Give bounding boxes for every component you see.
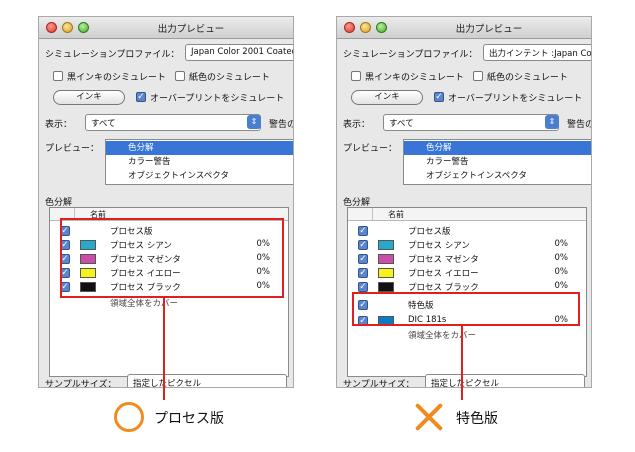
sample-size-label: サンプルサイズ： [343, 380, 415, 388]
simulate-overprint-checkbox[interactable]: ✓ [136, 92, 146, 102]
row-coverage: 0% [554, 267, 569, 277]
simulate-black-ink-label: 黒インキのシミュレート [365, 73, 464, 83]
warning-label: 警告の [567, 120, 592, 130]
highlight-spot-plates [352, 292, 580, 326]
row-name: プロセス マゼンタ [408, 255, 479, 265]
preview-item-color-warnings[interactable]: カラー警告 [106, 155, 293, 169]
ink-button[interactable]: インキ [351, 90, 423, 105]
row-coverage: 0% [554, 239, 569, 249]
minimize-button[interactable] [62, 22, 73, 33]
simulate-paper-color-checkbox[interactable] [473, 71, 483, 81]
color-swatch [378, 268, 394, 278]
title-bar: 出力プレビュー [39, 17, 293, 39]
preview-item-color-warnings[interactable]: カラー警告 [404, 155, 591, 169]
row-name: プロセス版 [408, 227, 451, 237]
warning-label: 警告の [269, 120, 294, 130]
row-name: 領域全体をカバー [408, 331, 477, 341]
zoom-button[interactable] [78, 22, 89, 33]
show-label: 表示： [343, 120, 371, 130]
table-row[interactable]: ✓ プロセス版 [348, 224, 586, 238]
table-row[interactable]: ✓ プロセス マゼンタ 0% [348, 252, 586, 266]
preview-label: プレビュー： [45, 144, 100, 154]
minimize-button[interactable] [360, 22, 371, 33]
show-label: 表示： [45, 120, 73, 130]
show-select[interactable]: すべて [85, 114, 261, 131]
row-name: プロセス シアン [408, 241, 470, 251]
zoom-button[interactable] [376, 22, 387, 33]
simulation-profile-select[interactable]: 出力インテント :Japan Colo [483, 44, 591, 61]
table-row-partial: 領域全体をカバー [50, 296, 288, 310]
preview-label: プレビュー： [343, 144, 398, 154]
simulate-black-ink-checkbox[interactable] [351, 71, 361, 81]
highlight-process-plates [60, 218, 284, 298]
row-name: プロセス イエロー [408, 269, 479, 279]
close-button[interactable] [46, 22, 57, 33]
chevron-updown-icon[interactable]: ⇕ [545, 115, 559, 129]
simulate-paper-color-label: 紙色のシミュレート [487, 73, 568, 83]
callout-line-right [461, 326, 463, 400]
simulate-black-ink-label: 黒インキのシミュレート [67, 73, 166, 83]
simulation-profile-label: シミュレーションプロファイル： [343, 50, 478, 60]
simulate-black-ink-checkbox[interactable] [53, 71, 63, 81]
color-swatch [378, 282, 394, 292]
table-header: 名前 [348, 208, 586, 221]
close-button[interactable] [344, 22, 355, 33]
row-checkbox[interactable]: ✓ [358, 240, 368, 250]
output-preview-window-right: 出力プレビュー シミュレーションプロファイル： 出力インテント :Japan C… [336, 16, 592, 388]
simulate-overprint-checkbox[interactable]: ✓ [434, 92, 444, 102]
table-row[interactable]: ✓ プロセス イエロー 0% [348, 266, 586, 280]
row-checkbox[interactable]: ✓ [358, 226, 368, 236]
preview-mode-list: 色分解 カラー警告 オブジェクトインスペクタ [105, 139, 293, 185]
row-coverage: 0% [554, 253, 569, 263]
chevron-updown-icon[interactable]: ⇕ [247, 115, 261, 129]
row-checkbox[interactable]: ✓ [358, 268, 368, 278]
simulate-paper-color-label: 紙色のシミュレート [189, 73, 270, 83]
simulate-overprint-label: オーバープリントをシミュレート [448, 94, 583, 104]
show-select[interactable]: すべて [383, 114, 559, 131]
simulate-paper-color-checkbox[interactable] [175, 71, 185, 81]
preview-item-separations[interactable]: 色分解 [404, 141, 591, 155]
cross-ng-icon [414, 402, 444, 432]
simulate-overprint-label: オーバープリントをシミュレート [150, 94, 285, 104]
sample-size-select[interactable]: 指定したピクセル [127, 374, 287, 387]
sample-size-label: サンプルサイズ： [45, 380, 117, 388]
preview-mode-list: 色分解 カラー警告 オブジェクトインスペクタ [403, 139, 591, 185]
circle-ok-icon [114, 402, 144, 432]
ink-button[interactable]: インキ [53, 90, 125, 105]
color-swatch [378, 254, 394, 264]
caption-ng: 特色版 [456, 411, 498, 427]
simulation-profile-label: シミュレーションプロファイル： [45, 50, 180, 60]
row-checkbox[interactable]: ✓ [358, 254, 368, 264]
row-checkbox[interactable]: ✓ [358, 282, 368, 292]
row-coverage: 0% [554, 281, 569, 291]
preview-item-object-inspector[interactable]: オブジェクトインスペクタ [106, 169, 293, 183]
column-divider [372, 208, 373, 221]
window-title: 出力プレビュー [157, 24, 225, 35]
column-header-name: 名前 [388, 210, 404, 219]
table-row[interactable]: ✓ プロセス シアン 0% [348, 238, 586, 252]
table-row-partial: 領域全体をカバー [348, 328, 586, 342]
preview-item-separations[interactable]: 色分解 [106, 141, 293, 155]
color-swatch [378, 240, 394, 250]
simulation-profile-select[interactable]: Japan Color 2001 Coated [185, 44, 293, 61]
output-preview-window-left: 出力プレビュー シミュレーションプロファイル： Japan Color 2001… [38, 16, 294, 388]
sample-size-select[interactable]: 指定したピクセル [425, 374, 585, 387]
callout-line-left [163, 298, 165, 400]
row-name: 領域全体をカバー [110, 299, 179, 309]
window-title: 出力プレビュー [455, 24, 523, 35]
caption-ok: プロセス版 [154, 411, 224, 427]
preview-item-object-inspector[interactable]: オブジェクトインスペクタ [404, 169, 591, 183]
title-bar: 出力プレビュー [337, 17, 591, 39]
